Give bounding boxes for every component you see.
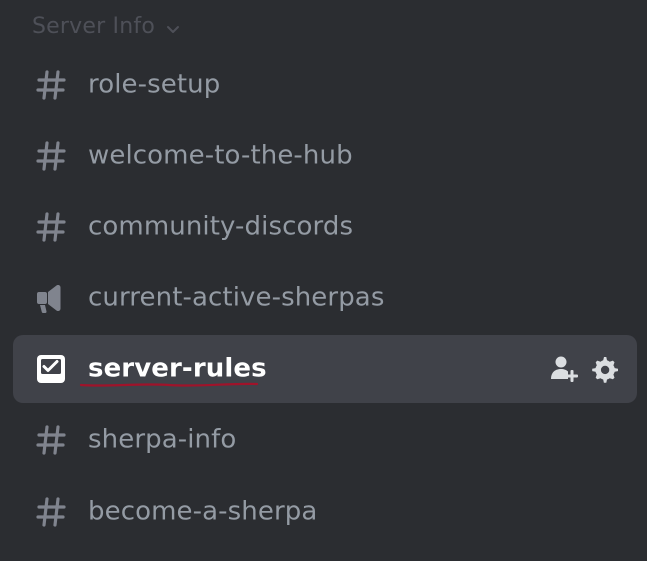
gear-icon[interactable] xyxy=(589,354,619,384)
hash-icon xyxy=(33,67,69,103)
channel-welcome-to-the-hub[interactable]: welcome-to-the-hub xyxy=(13,122,637,190)
category-label: Server Info xyxy=(32,13,155,39)
channel-label: become-a-sherpa xyxy=(88,496,318,527)
hash-icon xyxy=(33,422,69,458)
channel-list: Server Info role-setup welcome-to-the-hu… xyxy=(0,0,647,561)
megaphone-icon xyxy=(33,280,69,316)
channel-actions xyxy=(549,354,619,384)
hash-icon xyxy=(33,209,69,245)
channel-role-setup[interactable]: role-setup xyxy=(13,51,637,119)
rules-icon xyxy=(33,351,69,387)
category-server-info[interactable]: Server Info xyxy=(32,10,181,42)
channel-label: community-discords xyxy=(88,211,354,242)
channel-label: current-active-sherpas xyxy=(88,282,385,313)
channel-label: sherpa-info xyxy=(88,424,237,455)
channel-community-discords[interactable]: community-discords xyxy=(13,193,637,261)
spellcheck-underline xyxy=(79,382,259,387)
channel-become-a-sherpa[interactable]: become-a-sherpa xyxy=(13,478,637,546)
channel-label: role-setup xyxy=(88,69,221,100)
channel-server-rules[interactable]: server-rules xyxy=(13,335,637,403)
add-member-icon[interactable] xyxy=(549,354,579,384)
hash-icon xyxy=(33,494,69,530)
hash-icon xyxy=(33,138,69,174)
channel-label: welcome-to-the-hub xyxy=(88,140,353,171)
channel-current-active-sherpas[interactable]: current-active-sherpas xyxy=(13,264,637,332)
chevron-down-icon xyxy=(165,18,181,34)
channel-sherpa-info[interactable]: sherpa-info xyxy=(13,406,637,474)
